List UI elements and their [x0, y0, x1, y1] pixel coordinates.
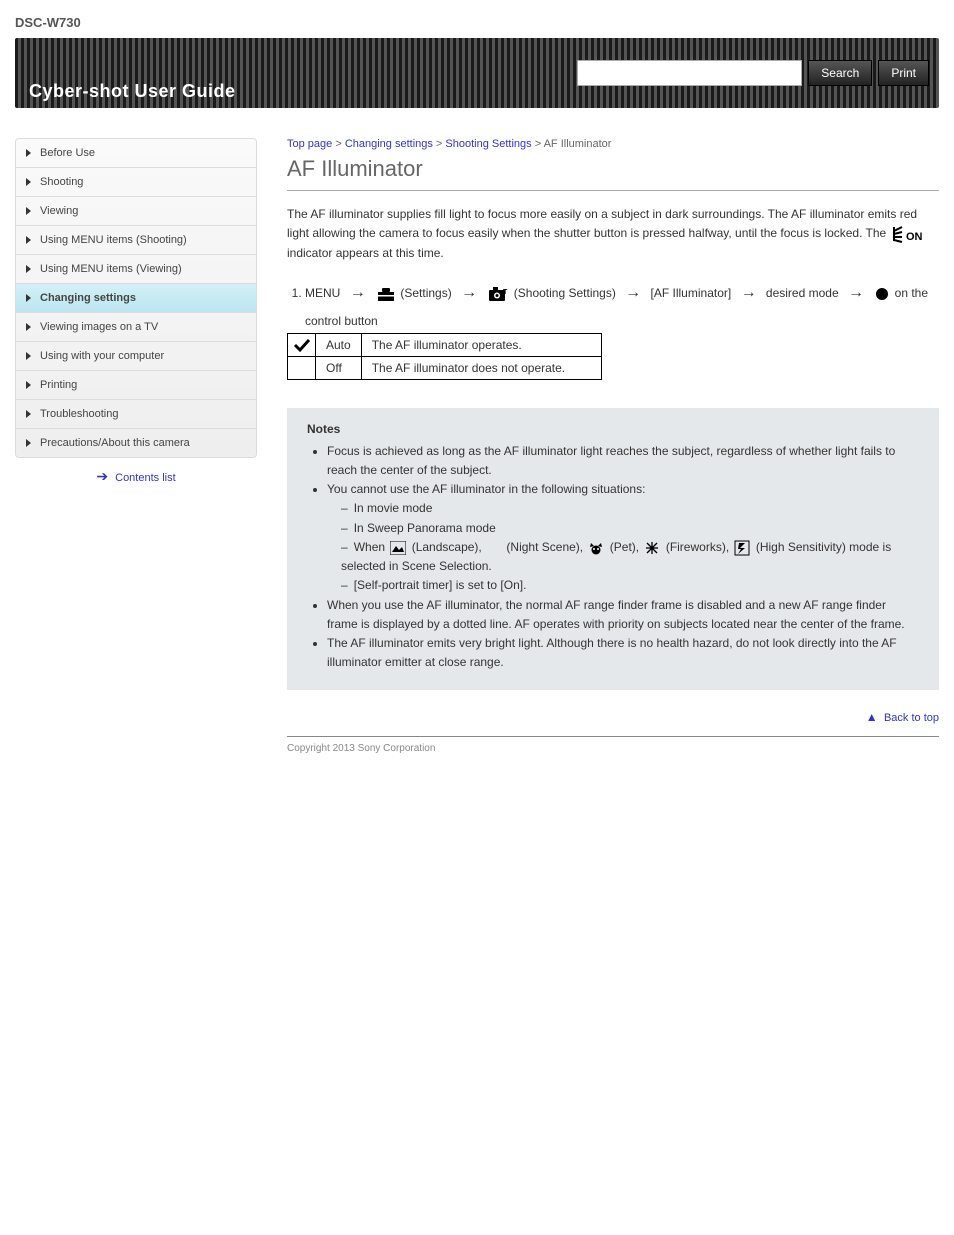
note-subitem: In movie mode [341, 499, 919, 518]
note-item: The AF illuminator emits very bright lig… [327, 634, 919, 672]
scene-mode-icon [390, 538, 406, 557]
af-on-indicator-icon: ON [892, 224, 926, 243]
note-item: Focus is achieved as long as the AF illu… [327, 442, 919, 480]
shooting-settings-camera-icon: T [488, 282, 508, 306]
note-subitem: [Self-portrait timer] is set to [On]. [341, 576, 919, 595]
sidebar-item[interactable]: Printing [16, 371, 256, 400]
menu-path: MENU → (Settings) → T (Shooting Settings… [287, 277, 939, 333]
product-name: DSC-W730 [15, 15, 81, 30]
note-subitem: When (Landscape), (Night Scene), (Pet), … [341, 538, 919, 577]
scene-mode-icon [588, 538, 604, 557]
option-desc: The AF illuminator does not operate. [361, 356, 601, 379]
svg-text:ON: ON [906, 231, 923, 243]
table-row: AutoThe AF illuminator operates. [288, 333, 602, 356]
option-desc: The AF illuminator operates. [361, 333, 601, 356]
breadcrumb-page: AF Illuminator [544, 138, 612, 150]
scene-mode-icon [644, 538, 660, 557]
note-item: When you use the AF illuminator, the nor… [327, 596, 919, 634]
settings-toolbox-icon [377, 282, 395, 306]
sidebar-item[interactable]: Troubleshooting [16, 400, 256, 429]
intro-paragraph: The AF illuminator supplies fill light t… [287, 205, 939, 263]
breadcrumb: Top page > Changing settings > Shooting … [287, 138, 939, 150]
notes-title: Notes [307, 422, 919, 436]
options-table: AutoThe AF illuminator operates.OffThe A… [287, 333, 602, 380]
option-label: Off [316, 356, 362, 379]
sidebar-item[interactable]: Using with your computer [16, 342, 256, 371]
guide-title: Cyber-shot User Guide [29, 81, 236, 102]
note-subitem: In Sweep Panorama mode [341, 519, 919, 538]
note-item: You cannot use the AF illuminator in the… [327, 480, 919, 595]
back-to-top-link[interactable]: Back to top [884, 712, 939, 724]
search-button[interactable]: Search [808, 60, 872, 86]
sidebar-item[interactable]: Viewing images on a TV [16, 313, 256, 342]
sidebar-item[interactable]: Precautions/About this camera [16, 429, 256, 457]
scene-mode-icon [487, 538, 501, 557]
option-label: Auto [316, 333, 362, 356]
center-button-icon [875, 282, 889, 306]
sidebar: Before UseShootingViewingUsing MENU item… [15, 138, 257, 485]
sidebar-item[interactable]: Using MENU items (Shooting) [16, 226, 256, 255]
triangle-up-icon: ▲ [866, 710, 878, 724]
arrow-right-icon: ➔ [96, 468, 108, 484]
copyright: Copyright 2013 Sony Corporation [287, 743, 939, 754]
breadcrumb-group[interactable]: Shooting Settings [445, 138, 531, 150]
sidebar-item[interactable]: Changing settings [16, 284, 256, 313]
breadcrumb-top[interactable]: Top page [287, 138, 332, 150]
option-check-cell [288, 333, 316, 356]
sidebar-item[interactable]: Viewing [16, 197, 256, 226]
search-input[interactable] [577, 60, 802, 86]
option-check-cell [288, 356, 316, 379]
sidebar-item[interactable]: Using MENU items (Viewing) [16, 255, 256, 284]
svg-text:T: T [503, 289, 508, 296]
page-title: AF Illuminator [287, 156, 939, 191]
scene-mode-icon [734, 538, 750, 557]
print-button[interactable]: Print [878, 60, 929, 86]
banner: Cyber-shot User Guide Search Print [15, 38, 939, 108]
contents-list-link[interactable]: Contents list [115, 472, 176, 484]
notes-section: Notes Focus is achieved as long as the A… [287, 408, 939, 690]
sidebar-item[interactable]: Before Use [16, 139, 256, 168]
breadcrumb-cat[interactable]: Changing settings [345, 138, 433, 150]
check-icon [292, 336, 312, 354]
sidebar-item[interactable]: Shooting [16, 168, 256, 197]
table-row: OffThe AF illuminator does not operate. [288, 356, 602, 379]
